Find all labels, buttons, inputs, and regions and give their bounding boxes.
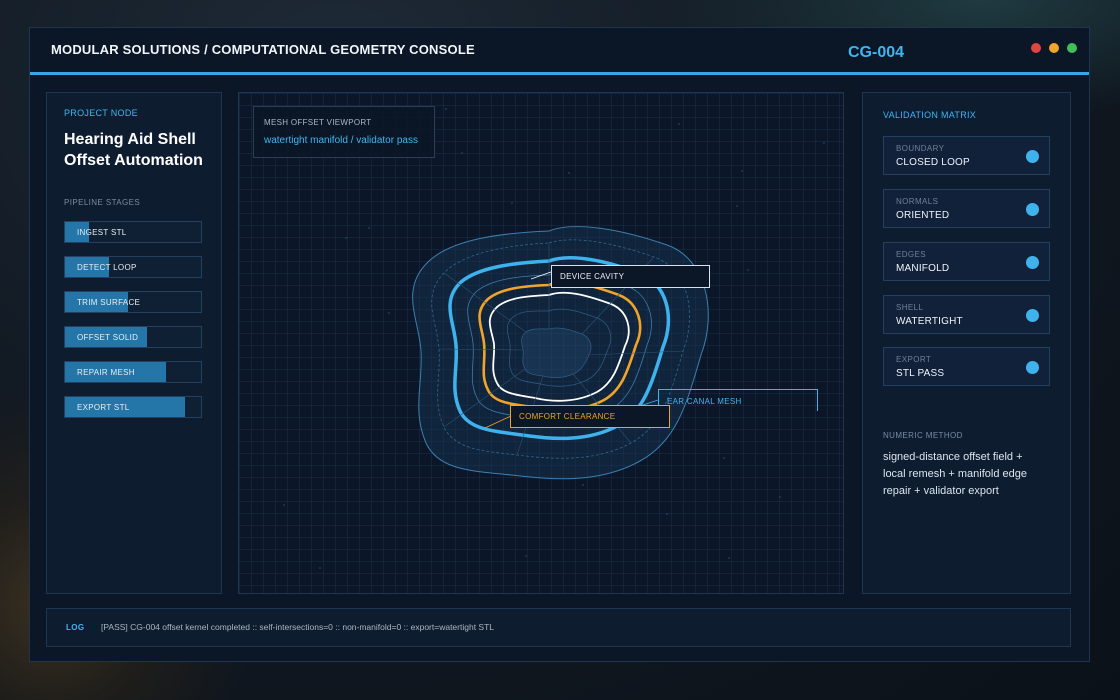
stage-trim-surface[interactable]: TRIM SURFACE bbox=[64, 291, 202, 313]
validation-value: STL PASS bbox=[896, 368, 945, 379]
stage-label: TRIM SURFACE bbox=[77, 298, 141, 307]
validation-key: EXPORT bbox=[896, 355, 932, 364]
project-node-label: PROJECT NODE bbox=[64, 108, 138, 118]
numeric-method-text: signed-distance offset field + local rem… bbox=[883, 451, 1027, 497]
log-message: [PASS] CG-004 offset kernel completed ::… bbox=[101, 622, 495, 632]
status-indicator-icon bbox=[1026, 361, 1039, 374]
mesh-viewport[interactable] bbox=[238, 92, 844, 594]
log-tag: LOG bbox=[66, 623, 85, 632]
validation-edges[interactable]: EDGES MANIFOLD bbox=[883, 242, 1050, 281]
project-title-line1: Hearing Aid Shell bbox=[64, 131, 196, 148]
validation-value: MANIFOLD bbox=[896, 263, 950, 274]
callout-comfort-clearance-label: COMFORT CLEARANCE bbox=[519, 412, 616, 421]
close-window-dot[interactable] bbox=[1031, 43, 1041, 53]
stage-ingest-stl[interactable]: INGEST STL bbox=[64, 221, 202, 243]
viewport-subtitle: watertight manifold / validator pass bbox=[264, 135, 418, 146]
validation-key: BOUNDARY bbox=[896, 144, 945, 153]
status-indicator-icon bbox=[1026, 203, 1039, 216]
callout-comfort-clearance[interactable]: COMFORT CLEARANCE bbox=[510, 405, 670, 428]
stage-export-stl[interactable]: EXPORT STL bbox=[64, 396, 202, 418]
validation-key: EDGES bbox=[896, 250, 927, 259]
validation-boundary[interactable]: BOUNDARY CLOSED LOOP bbox=[883, 136, 1050, 175]
project-title-line2: Offset Automation bbox=[64, 152, 203, 169]
stage-detect-loop[interactable]: DETECT LOOP bbox=[64, 256, 202, 278]
stage-label: INGEST STL bbox=[77, 228, 127, 237]
callout-device-cavity[interactable]: DEVICE CAVITY bbox=[551, 265, 710, 288]
validation-shell[interactable]: SHELL WATERTIGHT bbox=[883, 295, 1050, 334]
callout-device-cavity-label: DEVICE CAVITY bbox=[560, 272, 625, 281]
mesh-offset-graphic bbox=[283, 108, 825, 569]
numeric-method-label: NUMERIC METHOD bbox=[883, 431, 963, 440]
project-panel: PROJECT NODE Hearing Aid Shell Offset Au… bbox=[46, 92, 222, 594]
validation-matrix-label: VALIDATION MATRIX bbox=[883, 110, 977, 120]
status-indicator-icon bbox=[1026, 150, 1039, 163]
log-bar: LOG [PASS] CG-004 offset kernel complete… bbox=[46, 608, 1071, 647]
stage-label: EXPORT STL bbox=[77, 403, 130, 412]
project-title: Hearing Aid Shell Offset Automation bbox=[64, 129, 234, 171]
stage-offset-solid[interactable]: OFFSET SOLID bbox=[64, 326, 202, 348]
title-divider bbox=[30, 72, 1089, 75]
status-indicator-icon bbox=[1026, 309, 1039, 322]
callout-ear-canal-mesh[interactable]: EAR CANAL MESH bbox=[658, 389, 818, 411]
status-indicator-icon bbox=[1026, 256, 1039, 269]
stage-label: OFFSET SOLID bbox=[77, 333, 139, 342]
viewport-title: MESH OFFSET VIEWPORT bbox=[264, 118, 372, 127]
validation-key: NORMALS bbox=[896, 197, 939, 206]
title-bar: MODULAR SOLUTIONS / COMPUTATIONAL GEOMET… bbox=[30, 28, 1089, 72]
maximize-window-dot[interactable] bbox=[1067, 43, 1077, 53]
validation-value: WATERTIGHT bbox=[896, 316, 963, 327]
stage-label: REPAIR MESH bbox=[77, 368, 135, 377]
callout-ear-canal-mesh-label: EAR CANAL MESH bbox=[667, 397, 742, 406]
viewport-info-box: MESH OFFSET VIEWPORT watertight manifold… bbox=[253, 106, 435, 158]
app-title: MODULAR SOLUTIONS / COMPUTATIONAL GEOMET… bbox=[51, 42, 475, 57]
validation-normals[interactable]: NORMALS ORIENTED bbox=[883, 189, 1050, 228]
minimize-window-dot[interactable] bbox=[1049, 43, 1059, 53]
stage-repair-mesh[interactable]: REPAIR MESH bbox=[64, 361, 202, 383]
validation-value: CLOSED LOOP bbox=[896, 157, 970, 168]
console-code: CG-004 bbox=[848, 44, 905, 61]
pipeline-stages-label: PIPELINE STAGES bbox=[64, 198, 141, 207]
validation-value: ORIENTED bbox=[896, 210, 950, 221]
validation-key: SHELL bbox=[896, 303, 924, 312]
validation-export[interactable]: EXPORT STL PASS bbox=[883, 347, 1050, 386]
stage-label: DETECT LOOP bbox=[77, 263, 137, 272]
